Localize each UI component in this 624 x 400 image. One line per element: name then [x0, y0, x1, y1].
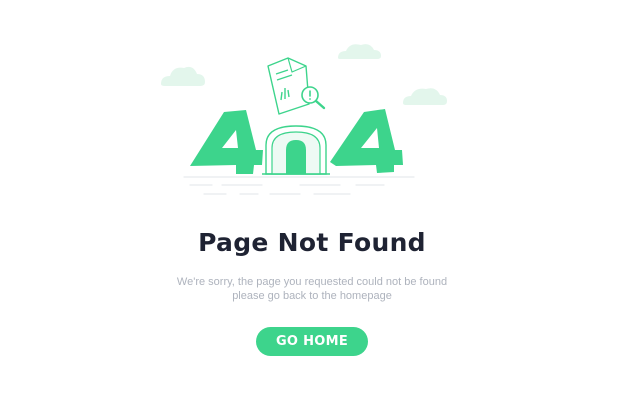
document-icon [267, 57, 310, 115]
cloud-icon [338, 44, 381, 59]
ground-line [183, 176, 415, 195]
error-message-line2: please go back to the homepage [232, 290, 392, 302]
cloud-icon [403, 88, 447, 105]
cloud-icon [161, 66, 205, 86]
error-message-line1: We're sorry, the page you requested coul… [176, 276, 448, 288]
404-illustration [161, 44, 447, 195]
digit-four-right [330, 109, 403, 173]
page-title: Page Not Found [198, 228, 426, 257]
go-home-button[interactable]: GO HOME [256, 327, 368, 356]
error-404-page: Page Not Found We're sorry, the page you… [0, 0, 624, 400]
archway-icon [262, 125, 330, 175]
digit-four-left [190, 110, 263, 174]
